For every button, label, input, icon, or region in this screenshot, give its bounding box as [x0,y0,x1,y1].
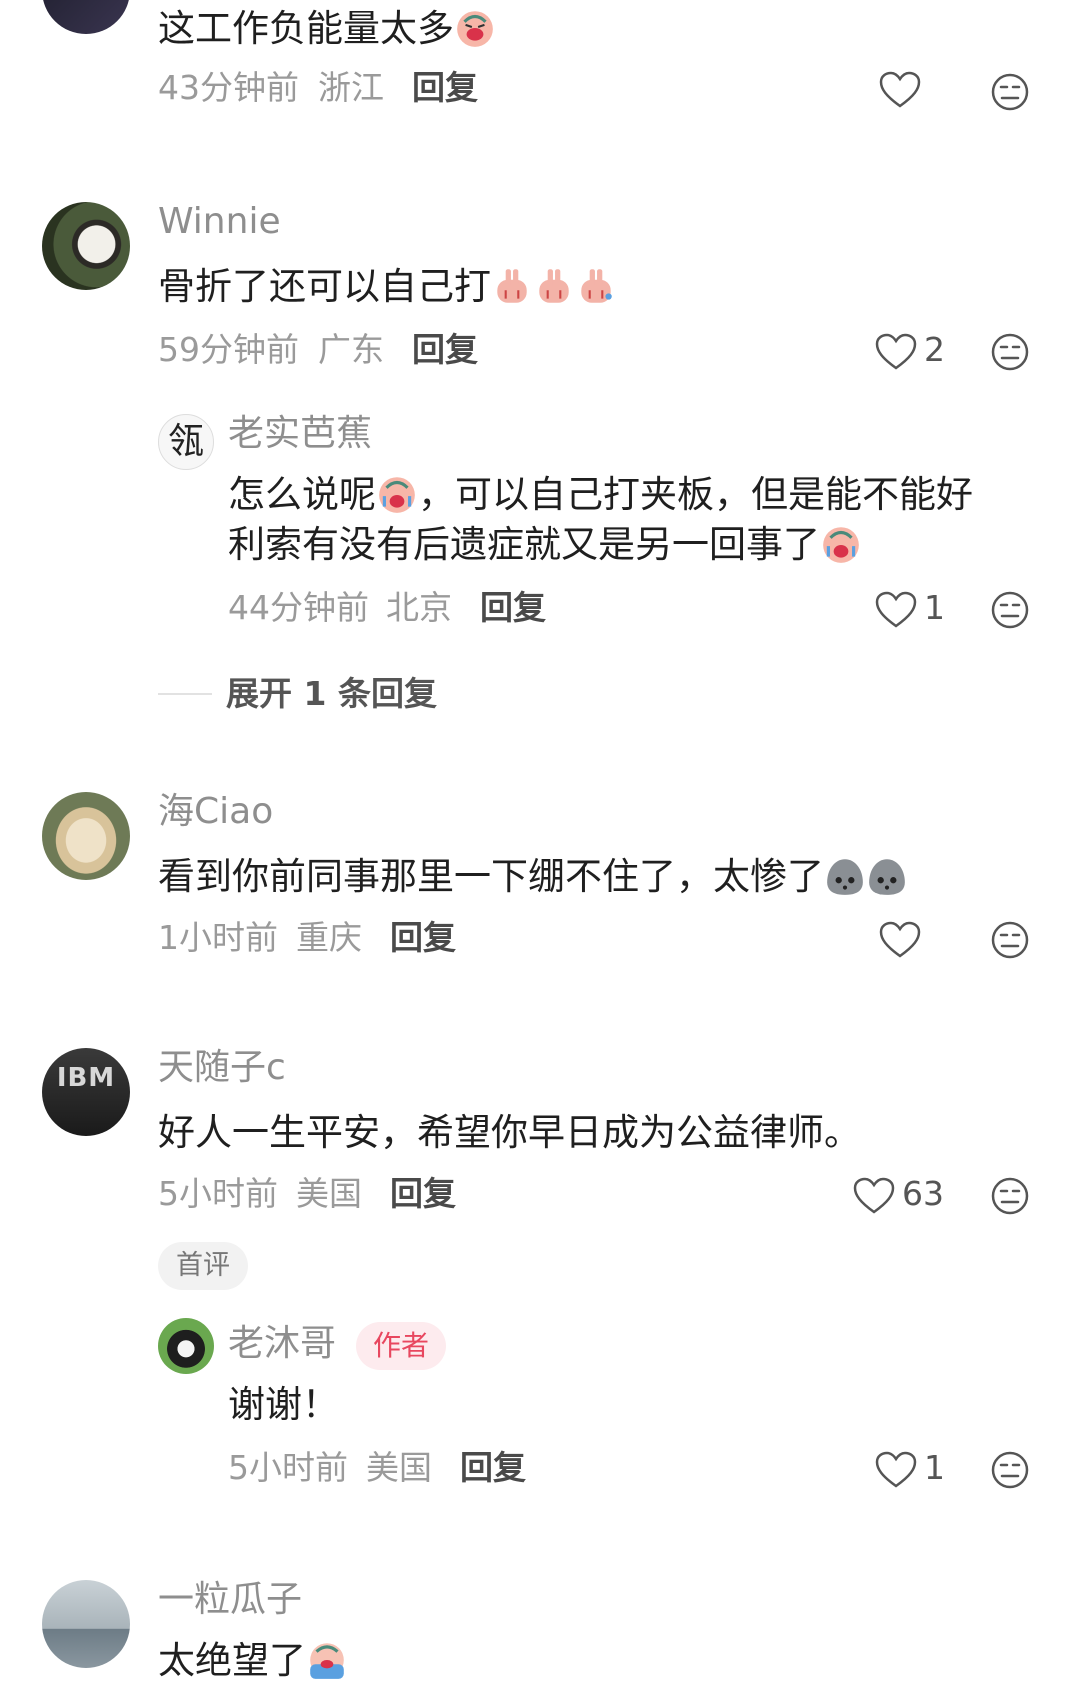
author-badge: 作者 [356,1322,446,1370]
avatar-glyph: 瓴 [167,421,204,462]
comment-username[interactable]: Winnie [158,200,281,244]
comment-time: 43分钟前 [158,68,299,107]
like-count: 1 [924,588,945,627]
heart-icon[interactable] [852,1176,896,1216]
comment-text-content: 太绝望了 [158,1639,306,1682]
like-count: 63 [902,1174,944,1213]
avatar[interactable] [42,0,130,34]
stone-face-emoji-icon [869,859,905,895]
avatar[interactable]: IBM [42,1048,130,1136]
reply-text-part: 怎么说呢 [228,473,376,516]
reply-text: 怎么说呢 ，可以自己打夹板，但是能不能好 [228,470,973,520]
heart-icon[interactable] [878,920,922,960]
comment-location: 广东 [318,330,384,369]
comment-location: 美国 [296,1174,362,1213]
comment-time: 1小时前 [158,918,278,957]
comment-text: 太绝望了 [158,1636,348,1686]
comment-location: 浙江 [318,68,384,107]
stone-face-emoji-icon [827,859,863,895]
crying-emoji-icon [457,11,493,47]
reply-text: 谢谢！ [228,1380,339,1430]
comment-username[interactable]: 天随子c [158,1046,286,1090]
reply-location: 美国 [366,1448,432,1487]
comment-text-content: 这工作负能量太多 [158,7,454,50]
comment-time: 59分钟前 [158,330,299,369]
reply-button[interactable]: 回复 [390,1174,456,1214]
heart-icon[interactable] [874,590,918,630]
crying-emoji-icon [379,477,415,513]
reply-text-part: 利索有没有后遗症就又是另一回事了 [228,523,820,566]
comment-text: 看到你前同事那里一下绷不住了，太惨了 [158,852,908,902]
reply-time: 44分钟前 [228,588,369,627]
reply-username[interactable]: 老沐哥 [228,1322,336,1366]
crying-emoji-icon [310,1643,344,1679]
like-count: 2 [924,330,945,369]
dislike-face-icon[interactable] [990,590,1030,630]
dislike-face-icon[interactable] [990,332,1030,372]
comment-username[interactable]: 海Ciao [158,790,273,834]
dislike-face-icon[interactable] [990,72,1030,112]
heart-icon[interactable] [874,1450,918,1490]
comment-text: 这工作负能量太多 [158,4,496,54]
crying-emoji-icon [823,527,859,563]
reply-button[interactable]: 回复 [412,330,478,370]
reply-button[interactable]: 回复 [460,1448,526,1488]
avatar[interactable] [158,1318,214,1374]
reply-time: 5小时前 [228,1448,348,1487]
avatar[interactable] [42,1580,130,1668]
reply-text-part: ，可以自己打夹板，但是能不能好 [418,473,973,516]
reply-button[interactable]: 回复 [390,918,456,958]
comment-location: 重庆 [296,918,362,957]
comment-text-content: 好人一生平安，希望你早日成为公益律师。 [158,1111,861,1154]
avatar[interactable] [42,792,130,880]
heart-icon[interactable] [878,70,922,110]
comment-text-content: 骨折了还可以自己打 [158,265,491,308]
dislike-face-icon[interactable] [990,1450,1030,1490]
reply-username[interactable]: 老实芭蕉 [228,412,372,456]
comment-text-content: 看到你前同事那里一下绷不住了，太惨了 [158,855,824,898]
first-comment-badge: 首评 [158,1242,248,1290]
fingers-emoji-icon [539,269,569,303]
comment-username[interactable]: 一粒瓜子 [158,1578,302,1622]
avatar-text: IBM [56,1063,116,1093]
dislike-face-icon[interactable] [990,920,1030,960]
comment-text: 好人一生平安，希望你早日成为公益律师。 [158,1108,861,1158]
heart-icon[interactable] [874,332,918,372]
expand-replies-button[interactable]: 展开 1 条回复 [226,672,437,716]
fingers-emoji-icon [581,269,612,303]
comment-text: 骨折了还可以自己打 [158,262,617,312]
fingers-emoji-icon [497,269,527,303]
reply-button[interactable]: 回复 [480,588,546,628]
comment-time: 5小时前 [158,1174,278,1213]
avatar[interactable]: 瓴 [158,414,214,470]
reply-text: 利索有没有后遗症就又是另一回事了 [228,520,862,570]
reply-text-content: 谢谢！ [228,1383,339,1426]
reply-button[interactable]: 回复 [412,68,478,108]
avatar[interactable] [42,202,130,290]
reply-location: 北京 [386,588,452,627]
dislike-face-icon[interactable] [990,1176,1030,1216]
expand-divider [158,693,212,695]
like-count: 1 [924,1448,945,1487]
